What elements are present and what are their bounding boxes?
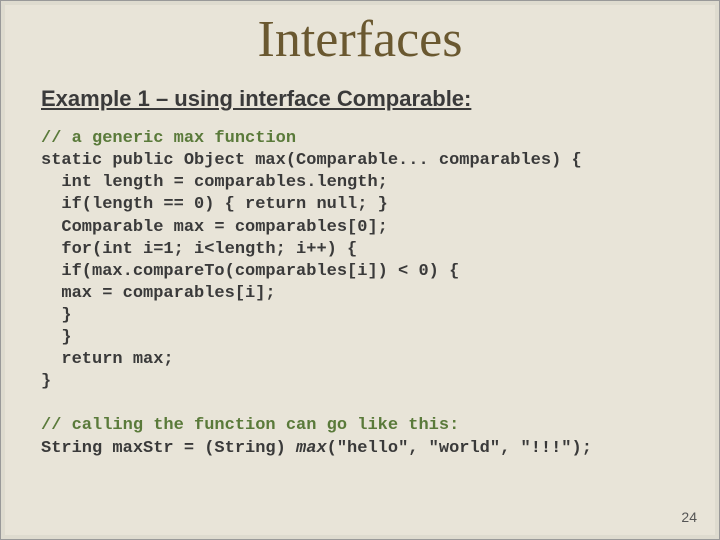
code-block: // a generic max function static public … [41,128,719,459]
code-line-4: if(length == 0) { return null; } [41,195,388,214]
code-comment-1: // a generic max function [41,129,296,148]
page-number: 24 [681,509,697,525]
code-line-14c: ("hello", "world", "!!!"); [327,439,592,458]
code-line-11: return max; [41,350,174,369]
code-line-10: } [41,328,72,347]
code-line-14a: String maxStr = (String) [41,439,296,458]
example-heading: Example 1 – using interface Comparable: [41,86,719,112]
code-line-9: } [41,306,72,325]
code-line-7: if(max.compareTo(comparables[i]) < 0) { [41,262,459,281]
code-line-2: static public Object max(Comparable... c… [41,151,582,170]
code-line-14b: max [296,439,327,458]
slide-title: Interfaces [1,1,719,68]
code-line-6: for(int i=1; i<length; i++) { [41,240,357,259]
code-line-3: int length = comparables.length; [41,173,388,192]
code-comment-2: // calling the function can go like this… [41,416,459,435]
slide-container: Interfaces Example 1 – using interface C… [0,0,720,540]
code-line-8: max = comparables[i]; [41,284,276,303]
code-line-5: Comparable max = comparables[0]; [41,218,388,237]
code-line-12: } [41,372,51,391]
